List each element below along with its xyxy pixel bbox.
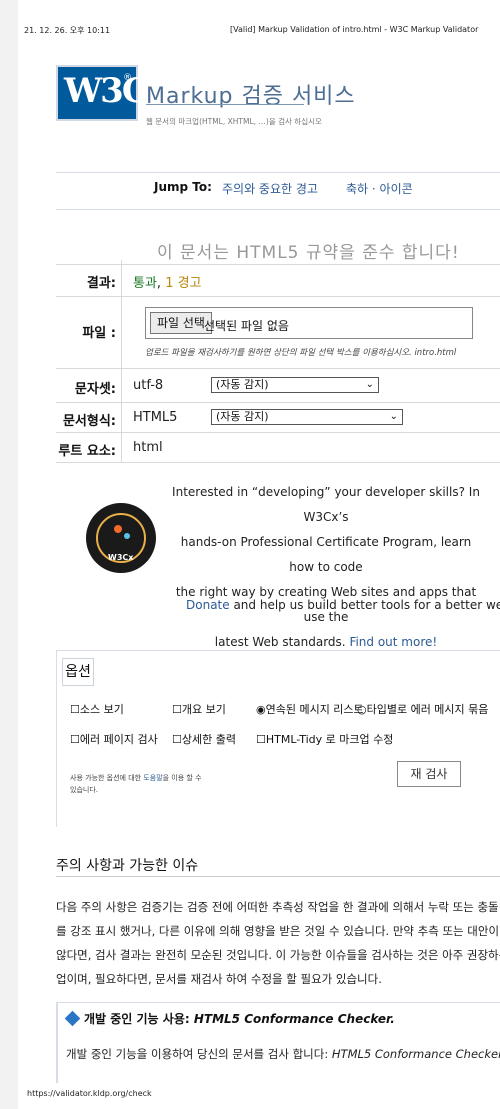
warnings-paragraph-line: 업이며, 필요하다면, 문서를 재검사 하여 수정을 할 필요가 있습니다.: [56, 972, 382, 986]
result-pass: 통과: [133, 276, 157, 291]
charset-value: utf-8: [133, 378, 164, 393]
w3c-logo-text: W3C: [64, 71, 149, 111]
warnings-title: 주의 사항과 가능한 이슈: [56, 858, 199, 874]
badge-dot: [114, 525, 122, 533]
help-link[interactable]: 도움말: [143, 774, 162, 782]
root-element-value: html: [133, 440, 163, 455]
page-edge: [0, 0, 18, 1109]
options-help-note: 사용 가능한 옵션에 대한 도움말을 이용 할 수 있습니다.: [70, 772, 202, 796]
promo-text: Interested in “developing” your develope…: [170, 480, 482, 655]
file-input[interactable]: 파일 선택 선택된 파일 없음: [145, 307, 473, 339]
jump-link-congrats[interactable]: 축하 · 아이콘: [346, 180, 413, 197]
results-row-divider: [56, 462, 500, 464]
warnings-paragraph-line: 를 강조 표시 했거나, 다른 이유에 의해 영향을 받은 것일 수 있습니다.…: [56, 924, 500, 938]
option-verbose-errors[interactable]: ☐에러 페이지 검사: [70, 731, 158, 747]
charset-label: 문자셋:: [74, 382, 116, 397]
chevron-down-icon: ⌄: [389, 411, 398, 422]
option-tidy[interactable]: ☐HTML-Tidy 로 마크업 수정: [256, 731, 393, 747]
jump-label: Jump To:: [154, 180, 212, 194]
find-out-more-link[interactable]: Find out more!: [349, 635, 437, 649]
root-element-label: 루트 요소:: [58, 444, 116, 459]
results-row-divider: [56, 296, 500, 298]
result-label: 결과:: [86, 276, 116, 291]
charset-select-value: (자동 감지): [216, 378, 269, 391]
option-list-sequential[interactable]: ◉연속된 메시지 리스트: [256, 701, 364, 717]
warnings-paragraph-line: 않다면, 검사 결과는 완전히 모순된 것입니다. 이 가능한 이슈들을 검사하…: [56, 948, 500, 962]
file-choose-button[interactable]: 파일 선택: [150, 312, 212, 334]
print-datetime: 21. 12. 26. 오후 10:11: [24, 26, 111, 35]
jump-link-warnings[interactable]: 주의와 중요한 경고: [222, 180, 318, 197]
w3c-logo-mark: ®: [123, 73, 132, 83]
options-help-line: 사용 가능한 옵션에 대한 도움말을 이용 할 수: [70, 772, 202, 784]
result-value: 통과, 1 경고: [133, 272, 202, 291]
results-row-divider: [56, 432, 500, 434]
options-help-line: 있습니다.: [70, 786, 98, 794]
doctype-select[interactable]: (자동 감지) ⌄: [211, 409, 403, 425]
results-row-divider: [56, 264, 500, 266]
option-show-outline[interactable]: ☐개요 보기: [172, 701, 226, 717]
results-row-divider: [56, 368, 500, 370]
feature-title-text: 개발 중인 기능 사용:: [84, 1012, 194, 1026]
option-show-source[interactable]: ☐소스 보기: [70, 701, 124, 717]
service-subtitle: 웹 문서의 마크업(HTML, XHTML, …)을 검사 하십시오: [146, 117, 322, 126]
w3cx-badge-icon[interactable]: W3Cx: [86, 503, 156, 573]
file-reupload-note: 업로드 파일을 재검사하기를 원하면 상단의 파일 선택 박스를 이용하십시오.…: [145, 348, 457, 358]
doctype-value: HTML5: [133, 410, 178, 425]
option-group-by-type[interactable]: ○타입별로 에러 메시지 묶음: [357, 701, 488, 717]
feature-description-text: 개발 중인 기능을 이용하여 당신의 문서를 검사 합니다:: [66, 1047, 332, 1061]
badge-dot: [124, 533, 130, 539]
doctype-select-value: (자동 감지): [216, 410, 269, 423]
result-warning-link[interactable]: 1 경고: [165, 276, 201, 291]
options-help-text: 사용 가능한 옵션에 대한: [70, 774, 144, 782]
donate-line: Donate and help us build better tools fo…: [186, 598, 500, 612]
promo-line: Interested in “developing” your develope…: [172, 485, 480, 524]
chevron-down-icon: ⌄: [365, 379, 374, 390]
promo-line: hands-on Professional Certificate Progra…: [180, 535, 472, 574]
option-verbose-output[interactable]: ☐상세한 출력: [172, 731, 236, 747]
doctype-label: 문서형식:: [62, 414, 116, 429]
print-url: https://validator.kldp.org/check: [27, 1089, 152, 1098]
w3c-logo[interactable]: W3C ®: [56, 65, 149, 121]
charset-select[interactable]: (자동 감지) ⌄: [211, 377, 379, 393]
donate-link[interactable]: Donate: [186, 598, 230, 612]
file-label: 파일 :: [82, 326, 116, 341]
feature-description-emphasis: HTML5 Conformance Checker.: [331, 1047, 500, 1061]
warnings-rule: [56, 876, 500, 877]
badge-label: W3Cx: [108, 553, 134, 562]
results-column-divider: [121, 260, 122, 462]
service-title-underline: [146, 104, 304, 105]
promo-line-text: latest Web standards.: [214, 635, 350, 649]
service-title[interactable]: Markup 검증 서비스: [146, 78, 356, 110]
feature-title-emphasis: HTML5 Conformance Checker.: [193, 1012, 395, 1026]
options-help-text: 을 이용 할 수: [162, 774, 202, 782]
options-legend[interactable]: 옵션: [62, 658, 94, 686]
results-row-divider: [56, 402, 500, 404]
donate-text: and help us build better tools for a bet…: [229, 598, 500, 612]
validation-headline: 이 문서는 HTML5 규약을 준수 합니다!: [157, 243, 460, 263]
recheck-button[interactable]: 재 검사: [397, 761, 461, 787]
warnings-paragraph-line: 다음 주의 사항은 검증기는 검증 전에 어떠한 추측성 작업을 한 결과에 의…: [56, 900, 500, 914]
result-separator: ,: [156, 276, 166, 291]
print-doc-title: [Valid] Markup Validation of intro.html …: [230, 25, 479, 34]
feature-description: 개발 중인 기능을 이용하여 당신의 문서를 검사 합니다: HTML5 Con…: [66, 1046, 500, 1062]
feature-title: 개발 중인 기능 사용: HTML5 Conformance Checker.: [84, 1010, 395, 1027]
file-none-text: 선택된 파일 없음: [204, 319, 289, 333]
